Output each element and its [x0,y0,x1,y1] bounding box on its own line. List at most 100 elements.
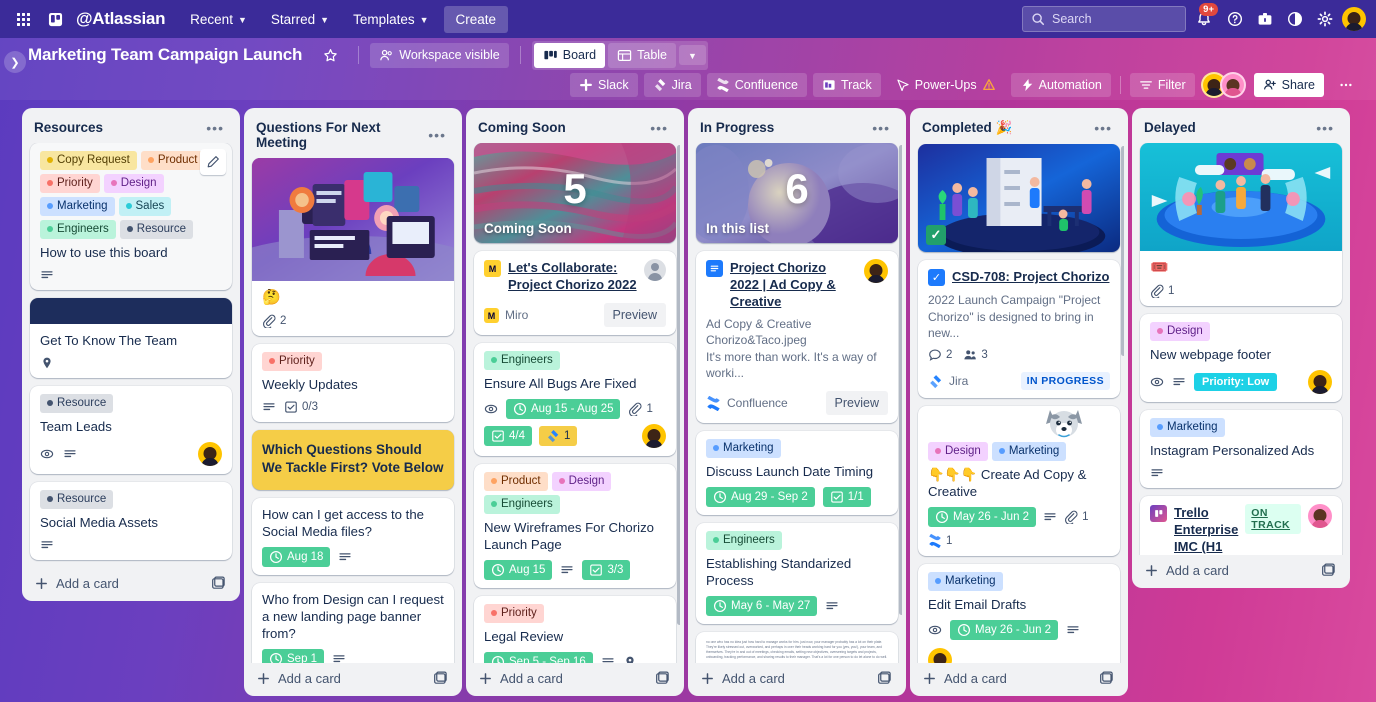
card-smartlink-blog-draft[interactable]: no one who has no idea just how hard to … [696,632,898,663]
automation-button[interactable]: Automation [1011,73,1111,97]
card-how-to-use-this-board[interactable]: Copy Request Product Priority Design Mar… [30,143,232,290]
preview-button[interactable]: Preview [826,391,888,415]
label-chip[interactable]: Engineers [706,531,782,550]
label-chip[interactable]: Design [552,472,612,491]
trello-board-icon[interactable] [42,6,68,32]
powerups-button[interactable]: Power-Ups [887,73,1005,97]
card-template-icon[interactable] [655,671,670,686]
card-social-media-access-question[interactable]: How can I get access to the Social Media… [252,498,454,575]
label-chip[interactable]: Resource [40,394,113,413]
card-edit-email-drafts[interactable]: Marketing Edit Email Drafts May 26 - Jun… [918,564,1120,663]
due-date-badge[interactable]: Aug 29 - Sep 2 [706,487,815,507]
avatar[interactable] [1308,370,1332,394]
card-template-icon[interactable] [1099,671,1114,686]
help-circle-icon[interactable] [1222,6,1248,32]
smartlink-title[interactable]: Let's Collaborate: Project Chorizo 2022 [508,259,637,293]
label-chip[interactable]: Copy Request [40,151,137,170]
powerup-confluence-button[interactable]: Confluence [707,73,807,97]
list-scrollbar[interactable] [1121,146,1124,356]
list-scrollbar[interactable] [899,145,902,615]
powerup-jira-button[interactable]: Jira [644,73,701,97]
card-establishing-standarized-process[interactable]: Engineers Establishing Standarized Proce… [696,523,898,624]
smartlink-title[interactable]: Project Chorizo 2022 | Ad Copy & Creativ… [730,259,857,310]
card-design-banner-question[interactable]: Who from Design can I request a new land… [252,583,454,663]
due-date-badge[interactable]: May 6 - May 27 [706,596,817,616]
grid-apps-icon[interactable] [10,6,36,32]
nav-templates[interactable]: Templates ▼ [344,7,437,32]
card-instagram-personalized-ads[interactable]: Marketing Instagram Personalized Ads [1140,410,1342,488]
label-chip[interactable]: Marketing [40,197,115,216]
add-card-button[interactable]: Add a card [26,568,236,601]
powerup-slack-button[interactable]: Slack [570,73,638,97]
due-date-badge[interactable]: Aug 15 [484,560,552,580]
card-get-to-know-the-team[interactable]: Get To Know The Team [30,298,232,378]
add-card-button[interactable]: Add a card [248,663,458,696]
label-chip[interactable]: Design [1150,322,1210,341]
card-smartlink-jira-csd-708[interactable]: ✓ CSD-708: Project Chorizo 2022 Launch C… [918,260,1120,398]
card-cover-in-progress[interactable]: 6 In this list [696,143,898,243]
sidebar-expand-chevron-right-icon[interactable]: ❯ [4,51,26,73]
due-date-badge[interactable]: May 26 - Jun 2 [928,507,1036,527]
tab-board[interactable]: Board [534,43,605,68]
list-menu-icon[interactable]: ••• [868,122,894,134]
search-input[interactable]: Search [1022,6,1186,32]
brand-title[interactable]: @Atlassian [76,9,165,29]
theme-contrast-icon[interactable] [1282,6,1308,32]
list-scrollbar[interactable] [677,145,680,625]
powerup-track-button[interactable]: Track [813,73,881,97]
card-template-icon[interactable] [877,671,892,686]
due-date-badge[interactable]: Aug 15 - Aug 25 [506,399,620,419]
add-card-button[interactable]: Add a card [692,663,902,696]
label-chip[interactable]: Marketing [928,572,1003,591]
label-chip[interactable]: Marketing [1150,418,1225,437]
more-horizontal-icon[interactable] [1330,73,1362,97]
due-date-badge[interactable]: Sep 1 [262,649,324,663]
nav-recent[interactable]: Recent ▼ [181,7,256,32]
account-avatar[interactable] [1342,7,1366,31]
avatar[interactable] [864,259,888,283]
label-chip[interactable]: Design [104,174,164,193]
avatar[interactable] [928,648,952,663]
card-create-ad-copy-and-creative[interactable]: Design Marketing 👇👇👇 Create Ad Copy & Cr… [918,406,1120,556]
due-date-badge[interactable]: Aug 18 [262,547,330,567]
card-team-leads[interactable]: Resource Team Leads [30,386,232,474]
view-more-chevron-down-icon[interactable]: ▼ [679,45,706,65]
avatar[interactable] [644,259,666,281]
card-cover-coming-soon[interactable]: 5 Coming Soon [474,143,676,243]
card-weekly-updates[interactable]: Priority Weekly Updates 0/3 [252,344,454,422]
label-chip[interactable]: Engineers [484,495,560,514]
workspace-visibility-button[interactable]: Workspace visible [370,43,509,68]
label-chip[interactable]: Sales [119,197,172,216]
label-chip[interactable]: Design [928,442,988,461]
due-date-badge[interactable]: Sep 5 - Sep 16 [484,652,593,663]
avatar[interactable] [642,424,666,448]
card-new-wireframes[interactable]: Product Design Engineers New Wireframes … [474,464,676,588]
card-discuss-launch-date-timing[interactable]: Marketing Discuss Launch Date Timing Aug… [696,431,898,515]
label-chip[interactable]: Marketing [992,442,1067,461]
add-card-button[interactable]: Add a card [1136,555,1346,588]
card-cover-questions[interactable]: 🤔 2 [252,158,454,336]
create-button[interactable]: Create [444,6,509,33]
add-card-button[interactable]: Add a card [914,663,1124,696]
card-new-webpage-footer[interactable]: Design New webpage footer Priority: Low [1140,314,1342,402]
preview-button[interactable]: Preview [604,303,666,327]
add-card-button[interactable]: Add a card [470,663,680,696]
card-smartlink-miro[interactable]: M Let's Collaborate: Project Chorizo 202… [474,251,676,335]
list-menu-icon[interactable]: ••• [424,129,450,141]
filter-button[interactable]: Filter [1130,73,1195,97]
label-chip[interactable]: Product [141,151,205,170]
board-members-facepile[interactable] [1201,72,1246,98]
avatar[interactable] [1308,504,1332,528]
label-chip[interactable]: Resource [120,220,193,239]
label-chip[interactable]: Priority [484,604,544,623]
edit-pencil-icon[interactable] [200,149,226,175]
card-legal-review[interactable]: Priority Legal Review Sep 5 - Sep 16 [474,596,676,663]
card-cover-completed[interactable]: ✓ [918,144,1120,252]
card-template-icon[interactable] [433,671,448,686]
card-which-questions-vote[interactable]: Which Questions Should We Tackle First? … [252,430,454,490]
label-chip[interactable]: Resource [40,490,113,509]
label-chip[interactable]: Engineers [40,220,116,239]
card-template-icon[interactable] [1321,563,1336,578]
label-chip[interactable]: Product [484,472,548,491]
card-ensure-all-bugs-are-fixed[interactable]: Engineers Ensure All Bugs Are Fixed Aug … [474,343,676,456]
